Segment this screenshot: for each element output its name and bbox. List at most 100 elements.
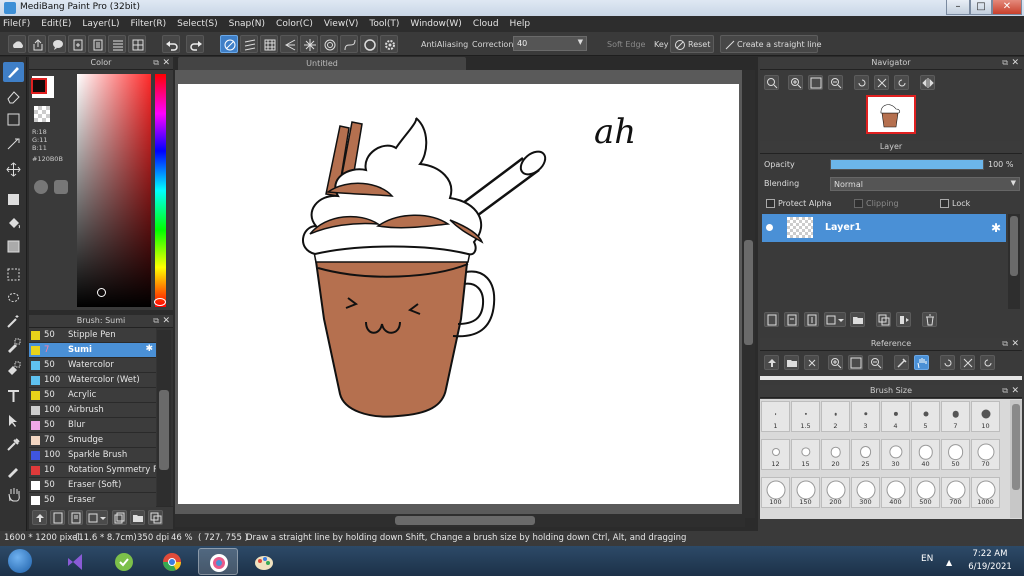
redo-icon[interactable]: [186, 35, 204, 53]
document-icon[interactable]: [88, 35, 106, 53]
folder-icon[interactable]: [130, 510, 145, 525]
brush-list-item[interactable]: 70 Smudge: [29, 433, 156, 448]
move-tool-icon[interactable]: [3, 160, 24, 180]
popout-icon[interactable]: ⧉: [1002, 57, 1008, 69]
brush-size-cell[interactable]: 50: [941, 439, 970, 470]
protect-alpha-checkbox[interactable]: [766, 199, 775, 208]
cross-snap-icon[interactable]: [260, 35, 278, 53]
brush-size-cell[interactable]: 1000: [971, 477, 1000, 508]
saturation-value-picker[interactable]: [77, 74, 151, 307]
brush-list-item[interactable]: 50 Stipple Pen: [29, 328, 156, 343]
scrollbar-thumb[interactable]: [1012, 404, 1020, 490]
brush-size-cell[interactable]: 2: [821, 401, 850, 432]
parallel-snap-icon[interactable]: [240, 35, 258, 53]
brush-settings-gear-icon[interactable]: ✱: [145, 344, 153, 354]
brush-list-item[interactable]: 10 Rotation Symmetry P: [29, 463, 156, 478]
menu-cloud[interactable]: Cloud: [473, 19, 499, 29]
concentric-snap-icon[interactable]: [320, 35, 338, 53]
color-picker-icon[interactable]: [54, 180, 68, 194]
circle-snap-icon[interactable]: [360, 35, 378, 53]
brush-size-cell[interactable]: 5: [911, 401, 940, 432]
scrollbar-thumb[interactable]: [1010, 216, 1018, 276]
brush-size-cell[interactable]: 150: [791, 477, 820, 508]
reset-rotation-icon[interactable]: [874, 75, 889, 90]
palette-icon[interactable]: [34, 180, 48, 194]
create-straight-line-button[interactable]: Create a straight line: [720, 35, 822, 53]
merge-layer-icon[interactable]: [896, 312, 911, 327]
select-tool-icon[interactable]: [3, 265, 24, 285]
comment-icon[interactable]: [48, 35, 66, 53]
start-button[interactable]: [4, 547, 36, 575]
brush-list-item[interactable]: 50 Eraser: [29, 493, 156, 508]
snap-settings-gear-icon[interactable]: [380, 35, 398, 53]
new-page-icon[interactable]: [68, 35, 86, 53]
lock-checkbox[interactable]: [940, 199, 949, 208]
list-icon[interactable]: [108, 35, 126, 53]
menu-select[interactable]: Select(S): [177, 19, 218, 29]
brush-size-cell[interactable]: 700: [941, 477, 970, 508]
language-indicator[interactable]: EN: [921, 554, 933, 564]
zoom-out-icon[interactable]: [868, 355, 883, 370]
magic-wand-icon[interactable]: [3, 312, 24, 332]
hand-icon[interactable]: [914, 355, 929, 370]
brush-list-scrollbar[interactable]: [157, 330, 171, 506]
new-1bit-layer-icon[interactable]: [804, 312, 819, 327]
close-icon[interactable]: ✕: [1011, 385, 1019, 397]
rotate-left-icon[interactable]: [854, 75, 869, 90]
scrollbar-thumb[interactable]: [744, 240, 753, 345]
vanishing-point-icon[interactable]: [280, 35, 298, 53]
brush-list-item[interactable]: 100 Watercolor (Wet): [29, 373, 156, 388]
brush-size-cell[interactable]: 300: [851, 477, 880, 508]
brush-size-cell[interactable]: 200: [821, 477, 850, 508]
brush-size-cell[interactable]: 100: [761, 477, 790, 508]
grid-icon[interactable]: [128, 35, 146, 53]
menu-view[interactable]: View(V): [324, 19, 359, 29]
gradient-tool-icon[interactable]: [3, 237, 24, 257]
brush-list-item[interactable]: 50 Eraser (Soft): [29, 478, 156, 493]
maximize-button[interactable]: □: [970, 0, 992, 15]
layer-row[interactable]: Layer1 ✱: [762, 214, 1006, 242]
brush-add-menu-icon[interactable]: [86, 510, 108, 525]
popout-icon[interactable]: ⧉: [1002, 338, 1008, 350]
menu-help[interactable]: Help: [510, 19, 531, 29]
tray-chevron-icon[interactable]: ▲: [946, 558, 952, 567]
brush-settings-icon[interactable]: [68, 510, 83, 525]
hue-slider[interactable]: [154, 74, 166, 307]
zoom-out-icon[interactable]: [828, 75, 843, 90]
zoom-in-plus-icon[interactable]: [788, 75, 803, 90]
brush-size-cell[interactable]: 10: [971, 401, 1000, 432]
upload-icon[interactable]: [764, 355, 779, 370]
layer-scrollbar[interactable]: [1008, 214, 1020, 310]
brush-list-item[interactable]: 100 Sparkle Brush: [29, 448, 156, 463]
select-eraser-icon[interactable]: [3, 359, 24, 379]
brush-size-cell[interactable]: 30: [881, 439, 910, 470]
brush-tool-icon[interactable]: [3, 62, 24, 82]
text-tool-icon[interactable]: [3, 387, 24, 407]
radial-snap-icon[interactable]: [300, 35, 318, 53]
operation-tool-icon[interactable]: [3, 411, 24, 431]
close-icon[interactable]: ✕: [1011, 338, 1019, 350]
vertical-scrollbar[interactable]: [742, 70, 755, 518]
rotate-right-icon[interactable]: [980, 355, 995, 370]
brush-list-item[interactable]: 100 Airbrush: [29, 403, 156, 418]
dropper-icon[interactable]: [3, 461, 24, 481]
brush-size-cell[interactable]: 1.5: [791, 401, 820, 432]
cloud-icon[interactable]: [8, 35, 26, 53]
close-button[interactable]: ✕: [992, 0, 1022, 15]
brush-size-cell[interactable]: 400: [881, 477, 910, 508]
clipping-checkbox[interactable]: [854, 199, 863, 208]
add-brush-icon[interactable]: [50, 510, 65, 525]
app-taskbar-icon[interactable]: [104, 548, 144, 575]
brush-size-cell[interactable]: 15: [791, 439, 820, 470]
eyedropper-icon[interactable]: [894, 355, 909, 370]
add-layer-menu-icon[interactable]: [824, 312, 846, 327]
visibility-eye-icon[interactable]: [766, 224, 773, 231]
bucket-tool-icon[interactable]: [3, 214, 24, 234]
flip-horizontal-icon[interactable]: [920, 75, 935, 90]
undo-icon[interactable]: [162, 35, 180, 53]
brush-size-cell[interactable]: 1: [761, 401, 790, 432]
brush-size-cell[interactable]: 12: [761, 439, 790, 470]
copy-brush-icon[interactable]: [112, 510, 127, 525]
eyedropper-tool-icon[interactable]: [3, 435, 24, 455]
brush-list-item[interactable]: 50 Watercolor: [29, 358, 156, 373]
